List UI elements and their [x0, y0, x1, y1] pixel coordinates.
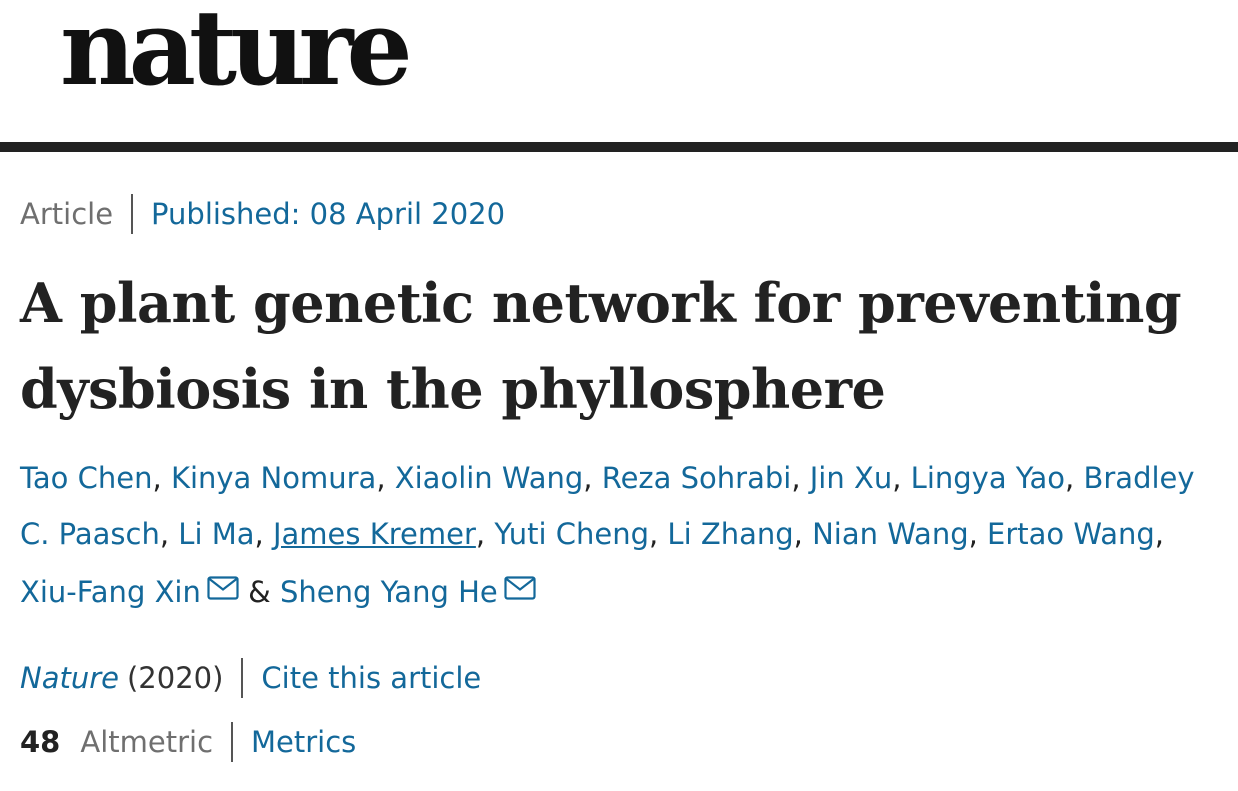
author-link[interactable]: Jin Xu [810, 461, 892, 495]
journal-name[interactable]: Nature [20, 663, 119, 693]
nature-logo[interactable]: nature [60, 0, 413, 100]
author-link[interactable]: Kinya Nomura [171, 461, 376, 495]
author-link[interactable]: Sheng Yang He [280, 575, 498, 609]
author-separator: , [254, 517, 273, 551]
mail-icon[interactable] [504, 562, 536, 618]
masthead: nature [0, 0, 1238, 142]
author-link[interactable]: Yuti Cheng [494, 517, 649, 551]
article-meta: Article Published: 08 April 2020 [20, 194, 506, 234]
cite-article-link[interactable]: Cite this article [261, 663, 481, 693]
author-link[interactable]: Tao Chen [20, 461, 153, 495]
metrics-row: 48 Altmetric Metrics [20, 720, 356, 764]
author-separator: , [1154, 517, 1164, 551]
author-separator: , [583, 461, 602, 495]
article-title: A plant genetic network for preventing d… [20, 271, 1182, 421]
author-separator: , [475, 517, 495, 551]
author-link[interactable]: Li Ma [178, 517, 254, 551]
author-link[interactable]: Ertao Wang [987, 517, 1155, 551]
metrics-separator [231, 722, 234, 762]
author-separator: , [892, 461, 911, 495]
author-separator: , [791, 461, 810, 495]
altmetric-label: Altmetric [80, 724, 214, 759]
publication-year: (2020) [126, 660, 224, 695]
author-link-hovered[interactable]: James Kremer [273, 517, 476, 551]
published-date: Published: 08 April 2020 [151, 196, 506, 231]
author-ampersand: & [238, 575, 280, 609]
author-separator: , [648, 517, 668, 551]
author-link[interactable]: Xiaolin Wang [395, 461, 584, 495]
author-separator: , [968, 517, 988, 551]
altmetric-score: 48 [20, 724, 61, 759]
author-list: Tao Chen, Kinya Nomura, Xiaolin Wang, Re… [20, 450, 1220, 620]
author-link[interactable]: Nian Wang [812, 517, 969, 551]
citation-row: Nature (2020) Cite this article [20, 656, 481, 700]
author-separator: , [376, 461, 395, 495]
metrics-link[interactable]: Metrics [251, 727, 356, 757]
author-separator: , [152, 461, 171, 495]
author-link[interactable]: Reza Sohrabi [602, 461, 792, 495]
meta-separator [131, 194, 134, 234]
author-link[interactable]: Xiu-Fang Xin [20, 575, 201, 609]
header-rule [0, 142, 1238, 152]
author-separator: , [1065, 461, 1084, 495]
author-separator: , [159, 517, 179, 551]
author-link[interactable]: Lingya Yao [911, 461, 1065, 495]
author-link[interactable]: Li Zhang [667, 517, 793, 551]
article-type: Article [20, 196, 114, 231]
citation-separator [241, 658, 244, 698]
mail-icon[interactable] [207, 562, 239, 618]
author-separator: , [793, 517, 813, 551]
